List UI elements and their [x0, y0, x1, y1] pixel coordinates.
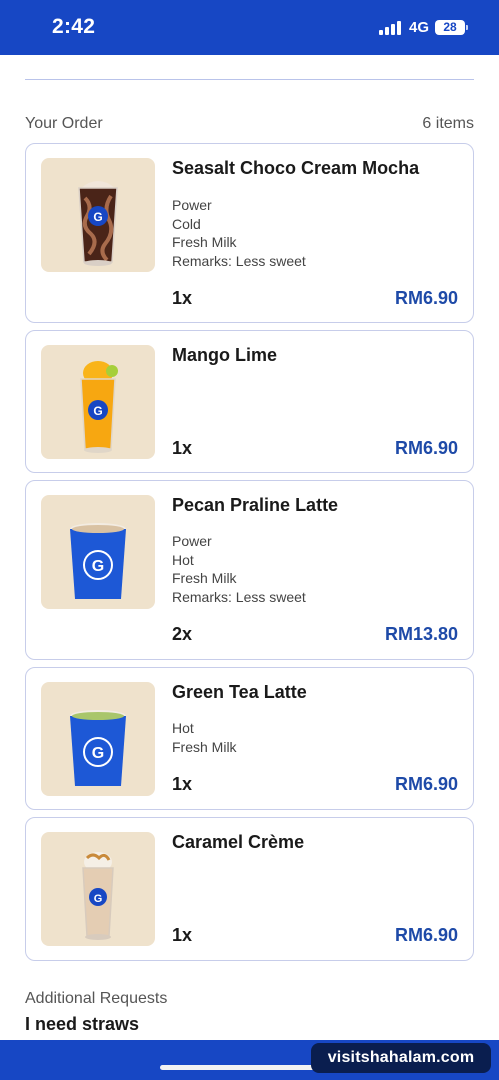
product-image-pecan-latte: G	[41, 495, 155, 609]
order-item-card[interactable]: G Mango Lime 1x RM6.90	[25, 330, 474, 473]
item-options: Power Hot Fresh Milk Remarks: Less sweet	[172, 532, 306, 606]
item-option: Power	[172, 533, 212, 549]
item-price: RM13.80	[384, 624, 458, 644]
item-quantity: 1x	[172, 774, 193, 794]
item-option: Fresh Milk	[172, 738, 237, 755]
order-item-card[interactable]: G Caramel Crème 1x RM6.90	[25, 817, 474, 961]
svg-text:G: G	[93, 404, 102, 418]
item-quantity: 1x	[172, 925, 193, 945]
item-quantity: 1x	[172, 438, 193, 458]
item-option: Hot	[172, 720, 194, 736]
item-quantity: 2x	[172, 624, 193, 644]
status-indicators: 4G 28	[378, 19, 468, 36]
svg-text:G: G	[93, 210, 102, 224]
order-item-card[interactable]: G Seasalt Choco Cream Mocha Power Cold F…	[25, 143, 474, 323]
item-quantity: 1x	[172, 288, 193, 308]
svg-text:G: G	[94, 893, 103, 905]
item-option: Fresh Milk	[172, 234, 237, 251]
item-name: Mango Lime	[172, 345, 278, 365]
battery-icon: 28	[435, 20, 468, 35]
item-name: Green Tea Latte	[172, 682, 307, 702]
item-option: Hot	[172, 551, 194, 568]
item-options: Power Cold Fresh Milk Remarks: Less swee…	[172, 196, 306, 270]
product-image-mocha: G	[41, 158, 155, 272]
network-type: 4G	[408, 19, 429, 36]
status-time: 2:42	[52, 15, 96, 38]
svg-text:G: G	[92, 558, 104, 575]
order-item-card[interactable]: G Pecan Praline Latte Power Hot Fresh Mi…	[25, 480, 474, 660]
item-remarks: Remarks: Less sweet	[172, 252, 306, 269]
item-remarks: Remarks: Less sweet	[172, 588, 306, 605]
order-item-count: 6 items	[422, 115, 474, 132]
item-option: Fresh Milk	[172, 570, 237, 587]
item-name: Pecan Praline Latte	[172, 495, 339, 515]
svg-text:G: G	[92, 745, 104, 762]
additional-requests-label: Additional Requests	[25, 990, 168, 1007]
item-price: RM6.90	[394, 438, 458, 458]
item-name: Caramel Crème	[172, 832, 305, 852]
item-price: RM6.90	[394, 925, 458, 945]
item-option: Power	[172, 197, 212, 213]
product-image-green-tea-latte: G	[41, 682, 155, 796]
item-options: Hot Fresh Milk	[172, 719, 237, 756]
signal-icon	[378, 20, 403, 35]
top-divider	[25, 79, 474, 80]
product-image-mango-lime: G	[41, 345, 155, 459]
status-bar: 2:42 4G 28	[0, 0, 499, 55]
item-price: RM6.90	[394, 288, 458, 308]
product-image-caramel-creme: G	[41, 832, 155, 946]
additional-requests-value: I need straws	[25, 1014, 140, 1034]
watermark: visitshahalam.com	[311, 1043, 491, 1073]
item-price: RM6.90	[394, 774, 458, 794]
item-name: Seasalt Choco Cream Mocha	[172, 158, 420, 178]
order-title: Your Order	[25, 115, 103, 132]
item-option: Cold	[172, 215, 201, 232]
order-item-card[interactable]: G Green Tea Latte Hot Fresh Milk 1x RM6.…	[25, 667, 474, 810]
order-header: Your Order 6 items	[25, 115, 474, 137]
